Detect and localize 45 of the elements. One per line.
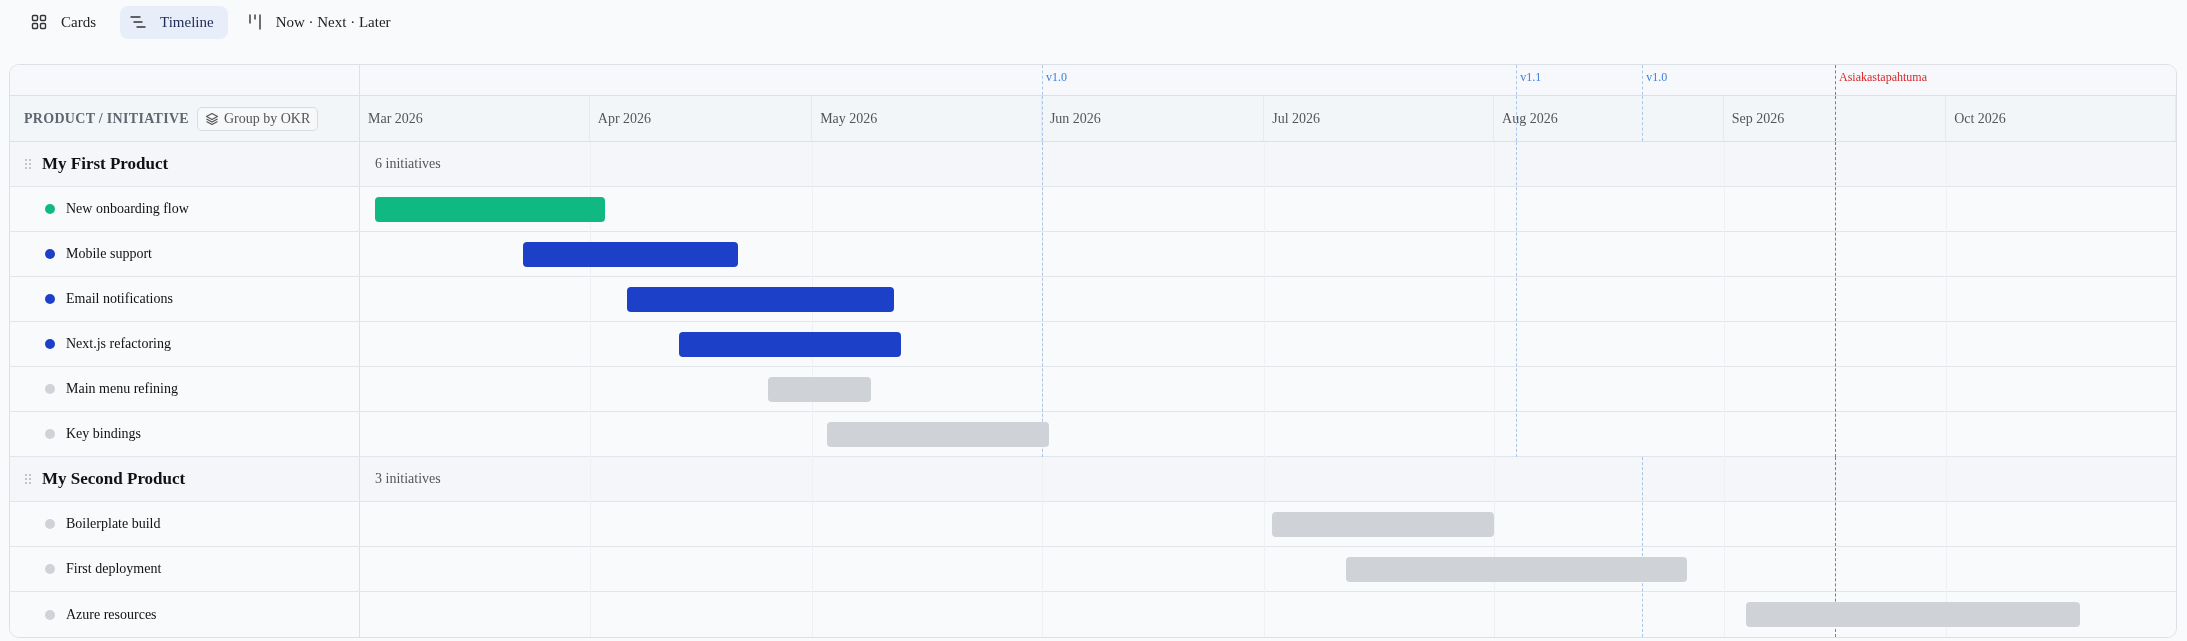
initiative-name[interactable]: Main menu refining — [66, 381, 178, 397]
initiative-name[interactable]: New onboarding flow — [66, 201, 189, 217]
month-header: Apr 2026 — [589, 96, 813, 141]
timeline-bar[interactable] — [767, 377, 872, 402]
marker-label: Asiakastapahtuma — [1839, 70, 1927, 85]
initiative-name[interactable]: Azure resources — [66, 606, 157, 623]
month-header: Sep 2026 — [1723, 96, 1947, 141]
marker-label: v1.0 — [1045, 70, 1067, 85]
month-header: Aug 2026 — [1494, 96, 1724, 141]
month-header: Jun 2026 — [1041, 96, 1265, 141]
initiative-name[interactable]: First deployment — [66, 561, 162, 577]
timeline-bar[interactable] — [826, 422, 1050, 447]
timeline-bar[interactable] — [1746, 602, 2080, 627]
initiative-name[interactable]: Key bindings — [66, 426, 142, 442]
marker-label: v1.1 — [1520, 70, 1542, 85]
grid-icon — [31, 14, 47, 30]
timeline-bar[interactable] — [678, 332, 902, 357]
drag-handle-icon[interactable] — [24, 158, 32, 170]
view-tab[interactable]: Now · Next · Later — [237, 5, 405, 39]
initiative-name[interactable]: Email notifications — [66, 291, 173, 307]
initiative-count: 6 initiatives — [374, 156, 441, 172]
timeline-bar[interactable] — [1271, 512, 1495, 537]
product-name: My Second Product — [42, 469, 186, 489]
product-name: My First Product — [42, 154, 169, 174]
view-tab[interactable]: Cards — [21, 5, 110, 39]
month-header: Jul 2026 — [1264, 96, 1494, 141]
lines-icon — [130, 15, 146, 29]
group-by-button[interactable]: Group by OKR — [196, 106, 319, 131]
initiative-name[interactable]: Next.js refactoring — [66, 336, 171, 352]
drag-handle-icon[interactable] — [24, 473, 32, 485]
month-header: Mar 2026 — [360, 96, 590, 141]
layers-icon — [204, 111, 219, 126]
timeline-bar[interactable] — [523, 242, 738, 267]
timeline-bar[interactable] — [626, 287, 894, 312]
initiative-name[interactable]: Mobile support — [66, 246, 152, 262]
month-header: Oct 2026 — [1946, 96, 2176, 141]
marker-label: v1.0 — [1646, 70, 1668, 85]
timeline-bar[interactable] — [374, 197, 605, 222]
view-tab[interactable]: Timeline — [120, 5, 228, 39]
timeline-bar[interactable] — [1345, 557, 1687, 582]
columns-icon — [247, 14, 262, 30]
initiative-name[interactable]: Boilerplate build — [66, 516, 161, 532]
month-header: May 2026 — [812, 96, 1042, 141]
column-header: PRODUCT / INITIATIVE — [24, 110, 189, 127]
initiative-count: 3 initiatives — [374, 471, 441, 487]
